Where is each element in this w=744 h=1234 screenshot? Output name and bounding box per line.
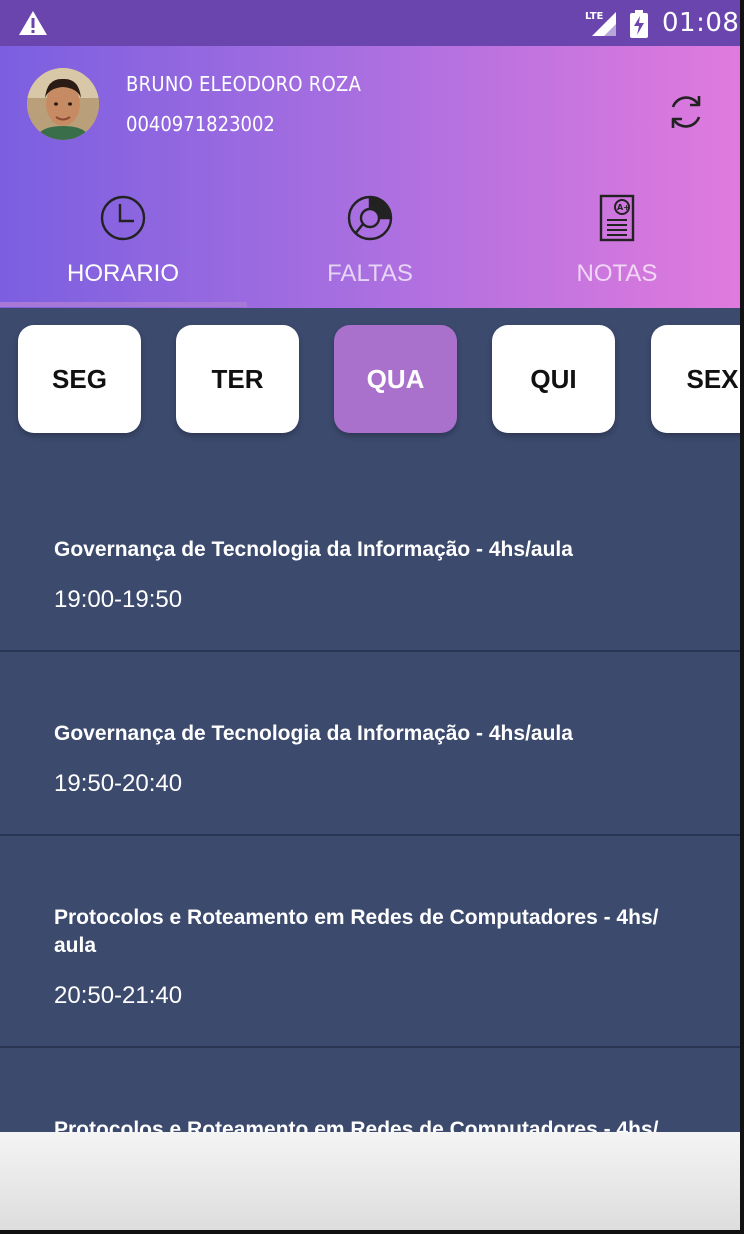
day-chip-qui[interactable]: QUI — [492, 325, 615, 433]
profile-header: BRUNO ELEODORO ROZA 0040971823002 HORARI… — [0, 46, 740, 308]
class-subject: Governança de Tecnologia da Informação -… — [54, 722, 573, 745]
status-clock: 01:08 — [662, 8, 740, 38]
list-item[interactable]: Governança de Tecnologia da Informação -… — [0, 652, 740, 836]
class-subject: Protocolos e Roteamento em Redes de Comp… — [54, 906, 659, 957]
tab-faltas-label: FALTAS — [327, 260, 413, 287]
schedule-list[interactable]: Governança de Tecnologia da Informação -… — [0, 470, 740, 1132]
list-item[interactable]: Protocolos e Roteamento em Redes de Comp… — [0, 1048, 740, 1132]
avatar — [27, 68, 99, 140]
app-screen: LTE 01:08 BRUNO ELEODORO ROZA 0040971823… — [0, 0, 744, 1234]
user-name: BRUNO ELEODORO ROZA — [126, 72, 362, 96]
lte-signal-icon: LTE — [585, 11, 616, 36]
clock-icon — [100, 195, 146, 241]
list-item[interactable]: Governança de Tecnologia da Informação -… — [0, 470, 740, 652]
user-id: 0040971823002 — [126, 112, 275, 136]
svg-text:A+: A+ — [617, 203, 630, 212]
day-chip-sex[interactable]: SEX — [651, 325, 740, 433]
tab-indicator — [0, 302, 247, 307]
tab-horario[interactable]: HORARIO — [0, 194, 246, 306]
tab-notas-label: NOTAS — [576, 260, 658, 287]
bottom-overlay — [0, 1132, 740, 1230]
status-bar: LTE 01:08 — [0, 0, 740, 46]
class-subject: Governança de Tecnologia da Informação -… — [54, 538, 573, 561]
warning-icon — [19, 11, 47, 35]
grade-report-icon: A+ — [599, 194, 635, 242]
network-type-label: LTE — [585, 11, 604, 22]
class-time: 19:50-20:40 — [54, 770, 183, 797]
class-time: 20:50-21:40 — [54, 982, 183, 1009]
tab-notas[interactable]: A+ NOTAS — [494, 194, 740, 306]
class-subject: Protocolos e Roteamento em Redes de Comp… — [54, 1118, 659, 1132]
battery-charging-icon — [630, 10, 648, 38]
day-chip-qua[interactable]: QUA — [334, 325, 457, 433]
day-chip-ter[interactable]: TER — [176, 325, 299, 433]
class-time: 19:00-19:50 — [54, 586, 183, 613]
list-item[interactable]: Protocolos e Roteamento em Redes de Comp… — [0, 836, 740, 1048]
day-chip-seg[interactable]: SEG — [18, 325, 141, 433]
tab-horario-label: HORARIO — [66, 260, 179, 287]
pie-chart-icon — [347, 195, 393, 241]
refresh-icon[interactable] — [664, 90, 708, 134]
day-selector: SEG TER QUA QUI SEX — [0, 308, 740, 458]
tab-faltas[interactable]: FALTAS — [247, 194, 493, 306]
